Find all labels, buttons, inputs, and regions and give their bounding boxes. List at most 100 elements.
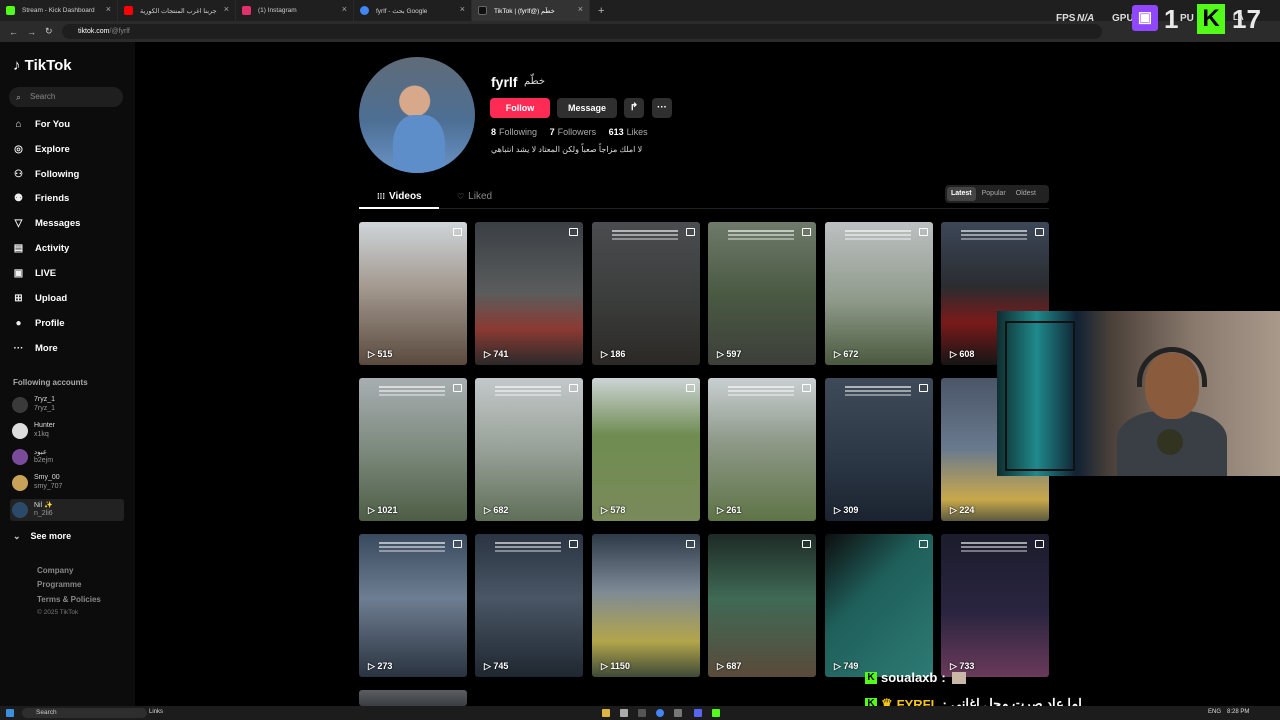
account-handle: smy_707 (34, 483, 63, 490)
twitch-viewer-count: 1 (1164, 4, 1179, 34)
browser-tab[interactable]: fyrlf - بحث Google × (354, 0, 472, 21)
tab-videos[interactable]: ⁞⁞⁞ Videos (377, 191, 422, 202)
footer-link-company[interactable]: Company (37, 566, 73, 575)
nav-friends[interactable]: ⚉ Friends (12, 193, 69, 204)
following-account[interactable]: Smy_00 smy_707 (10, 472, 124, 494)
windows-taskbar: Search Links ENG 8:28 PM (0, 706, 1280, 720)
nav-activity[interactable]: ▤ Activity (12, 243, 70, 254)
browser-tab[interactable]: جربنا اغرب المنتجات الكورية × (118, 0, 236, 21)
video-thumbnail[interactable]: ▷ 749 (825, 534, 933, 677)
home-icon: ⌂ (15, 119, 22, 130)
account-name: 7ryz_1 (34, 396, 56, 403)
message-button[interactable]: Message (557, 98, 617, 118)
nav-for-you[interactable]: ⌂ For You (12, 119, 70, 130)
close-icon[interactable]: × (578, 4, 583, 14)
following-account[interactable]: عبود b2ejm (10, 446, 124, 468)
view-count-value: 682 (493, 505, 509, 515)
video-thumbnail[interactable]: ▷ 186 (592, 222, 700, 365)
following-accounts-title: Following accounts (13, 378, 88, 387)
view-count-value: 745 (493, 661, 509, 671)
reload-icon[interactable]: ↻ (45, 26, 53, 37)
video-thumbnail[interactable]: ▷ 672 (825, 222, 933, 365)
discord-icon[interactable] (694, 709, 702, 717)
upload-icon: ⊞ (14, 293, 23, 304)
language-indicator[interactable]: ENG (1208, 709, 1221, 715)
clock[interactable]: 8:28 PM (1227, 709, 1249, 715)
browser-tab-active[interactable]: TikTok | (fyrlf@) خطّم × (472, 0, 590, 21)
see-more-button[interactable]: ⌄ See more (13, 531, 71, 542)
close-icon[interactable]: × (342, 4, 347, 14)
close-icon[interactable]: × (460, 4, 465, 14)
view-count: ▷ 186 (601, 349, 625, 360)
following-account[interactable]: Hunter x1kq (10, 420, 124, 442)
footer-link-programme[interactable]: Programme (37, 580, 81, 589)
video-thumbnail[interactable]: ▷ 515 (359, 222, 467, 365)
nav-following[interactable]: ⚇ Following (12, 169, 79, 180)
screen: Stream - Kick Dashboard × جربنا اغرب الم… (0, 0, 1280, 720)
play-icon: ▷ (368, 661, 378, 671)
nav-explore[interactable]: ◎ Explore (12, 144, 70, 155)
close-icon[interactable]: × (224, 4, 229, 14)
share-icon[interactable]: ↱ (624, 98, 644, 118)
video-thumbnail-partial[interactable] (359, 690, 467, 706)
multi-image-icon (569, 540, 578, 548)
video-thumbnail[interactable]: ▷ 687 (708, 534, 816, 677)
nav-label: More (35, 343, 58, 354)
taskbar-app-icon[interactable] (674, 709, 682, 717)
nav-messages[interactable]: ▽ Messages (12, 218, 81, 229)
kick-app-icon[interactable] (712, 709, 720, 717)
multi-image-icon (569, 228, 578, 236)
browser-tab[interactable]: Stream - Kick Dashboard × (0, 0, 118, 21)
nav-live[interactable]: ▣ LIVE (12, 268, 56, 279)
forward-icon[interactable]: → (27, 27, 36, 37)
url-input[interactable]: tiktok.com/@fyrlf (62, 24, 1102, 39)
sort-popular[interactable]: Popular (978, 187, 1010, 201)
footer-link-terms[interactable]: Terms & Policies (37, 595, 101, 604)
back-icon[interactable]: ← (9, 27, 18, 37)
taskbar-app-icon[interactable] (620, 709, 628, 717)
account-name: Hunter (34, 422, 56, 429)
play-icon: ▷ (601, 349, 611, 359)
following-account-selected[interactable]: Nil ✨ n_2li6 (10, 499, 124, 521)
view-count: ▷ 741 (484, 349, 508, 360)
tab-liked[interactable]: ♡ Liked (457, 191, 492, 202)
chrome-icon[interactable] (656, 709, 664, 717)
video-thumbnail[interactable]: ▷ 578 (592, 378, 700, 521)
video-thumbnail[interactable]: ▷ 741 (475, 222, 583, 365)
follow-button[interactable]: Follow (490, 98, 550, 118)
browser-tab[interactable]: (1) Instagram × (236, 0, 354, 21)
video-thumbnail[interactable]: ▷ 597 (708, 222, 816, 365)
view-count: ▷ 578 (601, 505, 625, 516)
close-icon[interactable]: × (106, 4, 111, 14)
video-thumbnail[interactable]: ▷ 1021 (359, 378, 467, 521)
more-options-icon[interactable]: ··· (652, 98, 672, 118)
activity-icon: ▤ (13, 243, 24, 254)
search-input[interactable]: ⌕ Search (9, 87, 123, 107)
video-thumbnail[interactable]: ▷ 309 (825, 378, 933, 521)
kick-icon: K (1197, 4, 1225, 34)
webcam-overlay (997, 311, 1280, 476)
video-thumbnail[interactable]: ▷ 682 (475, 378, 583, 521)
sort-oldest[interactable]: Oldest (1012, 187, 1040, 201)
new-tab-icon[interactable]: + (598, 5, 604, 17)
nav-profile[interactable]: ● Profile (12, 318, 64, 329)
video-thumbnail[interactable]: ▷ 733 (941, 534, 1049, 677)
following-account[interactable]: 7ryz_1 7ryz_1 (10, 394, 124, 416)
video-thumbnail[interactable]: ▷ 1150 (592, 534, 700, 677)
following-count: 8 (491, 127, 497, 137)
taskbar-app-icon[interactable] (638, 709, 646, 717)
followers-stat[interactable]: 7 Followers (550, 127, 597, 137)
nav-upload[interactable]: ⊞ Upload (12, 293, 67, 304)
profile-avatar[interactable] (359, 57, 475, 173)
taskbar-links[interactable]: Links (149, 709, 163, 715)
file-explorer-icon[interactable] (602, 709, 610, 717)
video-thumbnail[interactable]: ▷ 273 (359, 534, 467, 677)
sort-latest[interactable]: Latest (947, 187, 976, 201)
nav-more[interactable]: ··· More (12, 343, 58, 354)
following-stat[interactable]: 8 Following (491, 127, 537, 137)
video-thumbnail[interactable]: ▷ 261 (708, 378, 816, 521)
video-thumbnail[interactable]: ▷ 745 (475, 534, 583, 677)
windows-start-icon[interactable] (6, 709, 14, 717)
taskbar-search[interactable]: Search (22, 708, 147, 718)
tiktok-logo[interactable]: ♪ TikTok (13, 57, 72, 74)
